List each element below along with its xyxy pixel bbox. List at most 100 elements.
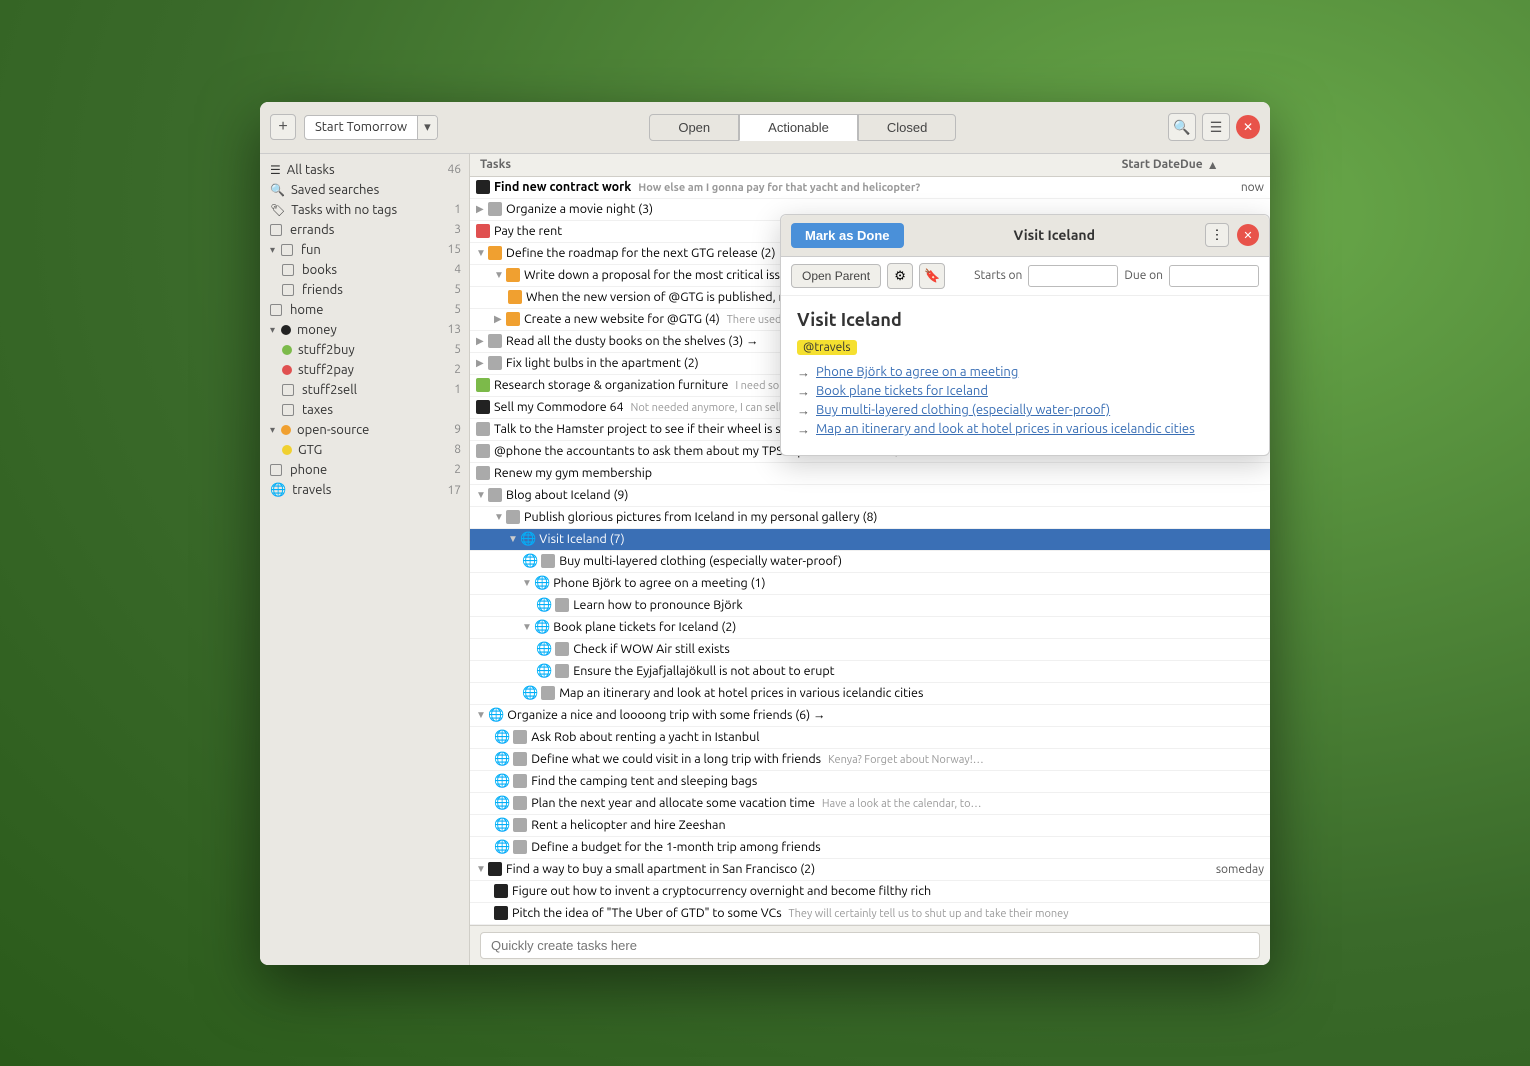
sidebar-item-books[interactable]: books 4 [260,260,469,280]
subtask-link[interactable]: Map an itinerary and look at hotel price… [816,422,1195,436]
list-item[interactable]: Map an itinerary and look at hotel price… [797,422,1253,437]
due-on-input[interactable] [1169,265,1259,287]
sidebar-item-open-source[interactable]: ▾ open-source 9 [260,420,469,440]
task-due: someday [1184,863,1264,876]
task-name: Organize a nice and loooong trip with so… [507,708,1264,722]
quick-create-area [470,925,1270,965]
sidebar-item-gtg[interactable]: GTG 8 [260,440,469,460]
sidebar: ☰ All tasks 46 🔍 Saved searches 🏷 Tasks … [260,154,470,965]
list-item[interactable]: Book plane tickets for Iceland [797,384,1253,399]
subtask-link[interactable]: Book plane tickets for Iceland [816,384,988,398]
task-color-indicator [476,466,490,480]
title-dropdown-arrow[interactable]: ▾ [417,116,437,139]
menu-button[interactable]: ☰ [1202,113,1230,141]
tab-actionable[interactable]: Actionable [739,114,858,141]
table-row[interactable]: ▼ Find a way to buy a small apartment in… [470,859,1270,881]
task-name: Plan the next year and allocate some vac… [531,796,1264,810]
sidebar-item-fun[interactable]: ▾ fun 15 [260,240,469,260]
table-row[interactable]: Figure out how to invent a cryptocurrenc… [470,881,1270,903]
task-header: Tasks Start Date Due ▲ [470,154,1270,177]
mark-done-button[interactable]: Mark as Done [791,223,904,248]
phone-label: phone [290,463,327,477]
globe-icon: 🌐 [536,642,552,657]
sidebar-item-friends[interactable]: friends 5 [260,280,469,300]
starts-on-input[interactable] [1028,265,1118,287]
table-row[interactable]: Pitch the idea of "The Uber of GTD" to s… [470,903,1270,925]
task-name: Pitch the idea of "The Uber of GTD" to s… [512,906,1264,920]
errands-count: 3 [454,223,461,236]
table-row[interactable]: 🌐 Learn how to pronounce Björk [470,595,1270,617]
sidebar-item-money[interactable]: ▾ money 13 [260,320,469,340]
task-name: Define what we could visit in a long tri… [531,752,1264,766]
task-name: Map an itinerary and look at hotel price… [559,686,1264,700]
list-item[interactable]: Phone Björk to agree on a meeting [797,365,1253,380]
stuff2pay-count: 2 [454,363,461,376]
detail-menu-button[interactable]: ⋮ [1205,223,1229,247]
subtask-link[interactable]: Phone Björk to agree on a meeting [816,365,1018,379]
task-expand-icon: ▼ [476,247,488,259]
sidebar-item-all-tasks[interactable]: ☰ All tasks 46 [260,160,469,180]
task-color-indicator [555,642,569,656]
task-expand-icon: ▼ [508,533,520,545]
table-row[interactable]: Find new contract work How else am I gon… [470,177,1270,199]
table-row[interactable]: ▼ 🌐 Book plane tickets for Iceland (2) [470,617,1270,639]
home-label: home [290,303,323,317]
sidebar-item-phone[interactable]: phone 2 [260,460,469,480]
search-button[interactable]: 🔍 [1168,113,1196,141]
task-color-indicator [476,422,490,436]
subtask-link[interactable]: Buy multi-layered clothing (especially w… [816,403,1110,417]
quick-create-input[interactable] [480,932,1260,959]
table-row[interactable]: 🌐 Find the camping tent and sleeping bag… [470,771,1270,793]
table-row[interactable]: ▼ 🌐 Visit Iceland (7) [470,529,1270,551]
globe-icon: 🌐 [494,840,510,855]
detail-close-button[interactable]: ✕ [1237,224,1259,246]
sidebar-item-travels[interactable]: 🌐 travels 17 [260,480,469,501]
table-row[interactable]: 🌐 Ask Rob about renting a yacht in Istan… [470,727,1270,749]
sidebar-item-errands[interactable]: errands 3 [260,220,469,240]
table-row[interactable]: 🌐 Plan the next year and allocate some v… [470,793,1270,815]
detail-settings-icon[interactable]: ⚙ [887,263,913,289]
table-row[interactable]: ▼ Publish glorious pictures from Iceland… [470,507,1270,529]
table-row[interactable]: 🌐 Map an itinerary and look at hotel pri… [470,683,1270,705]
table-row[interactable]: 🌐 Check if WOW Air still exists [470,639,1270,661]
travels-count: 17 [447,484,461,497]
task-name: Learn how to pronounce Björk [573,598,1264,612]
tab-open[interactable]: Open [649,114,739,141]
task-expand-icon: ▼ [494,511,506,523]
task-color-indicator [506,510,520,524]
sidebar-item-no-tags[interactable]: 🏷 Tasks with no tags 1 [260,200,469,220]
add-button[interactable]: + [270,114,296,140]
sidebar-item-saved-searches[interactable]: 🔍 Saved searches [260,180,469,200]
detail-header: Mark as Done Visit Iceland ⋮ ✕ [781,215,1269,257]
task-color-indicator [513,818,527,832]
globe-icon: 🌐 [536,598,552,613]
phone-count: 2 [454,463,461,476]
table-row[interactable]: 🌐 Ensure the Eyjafjallajökull is not abo… [470,661,1270,683]
stuff2pay-dot [282,365,292,375]
table-row[interactable]: 🌐 Rent a helicopter and hire Zeeshan [470,815,1270,837]
table-row[interactable]: 🌐 Define a budget for the 1-month trip a… [470,837,1270,859]
table-row[interactable]: Renew my gym membership [470,463,1270,485]
detail-tag[interactable]: @travels [797,340,857,355]
tab-closed[interactable]: Closed [858,114,956,141]
close-button[interactable]: ✕ [1236,115,1260,139]
task-expand-icon: ▼ [476,709,488,721]
sidebar-item-stuff2buy[interactable]: stuff2buy 5 [260,340,469,360]
globe-icon: 🌐 [534,576,550,591]
table-row[interactable]: ▼ 🌐 Phone Björk to agree on a meeting (1… [470,573,1270,595]
table-row[interactable]: ▼ Blog about Iceland (9) [470,485,1270,507]
table-row[interactable]: ▼ 🌐 Organize a nice and loooong trip wit… [470,705,1270,727]
table-row[interactable]: 🌐 Define what we could visit in a long t… [470,749,1270,771]
sidebar-item-stuff2pay[interactable]: stuff2pay 2 [260,360,469,380]
sidebar-item-stuff2sell[interactable]: stuff2sell 1 [260,380,469,400]
list-item[interactable]: Buy multi-layered clothing (especially w… [797,403,1253,418]
table-row[interactable]: 🌐 Buy multi-layered clothing (especially… [470,551,1270,573]
open-parent-button[interactable]: Open Parent [791,264,881,288]
task-color-indicator [488,246,502,260]
sidebar-item-taxes[interactable]: taxes [260,400,469,420]
fun-checkbox [281,244,293,256]
detail-bookmark-icon[interactable]: 🔖 [919,263,945,289]
task-color-indicator [513,796,527,810]
detail-subtasks: Phone Björk to agree on a meeting Book p… [797,365,1253,437]
sidebar-item-home[interactable]: home 5 [260,300,469,320]
